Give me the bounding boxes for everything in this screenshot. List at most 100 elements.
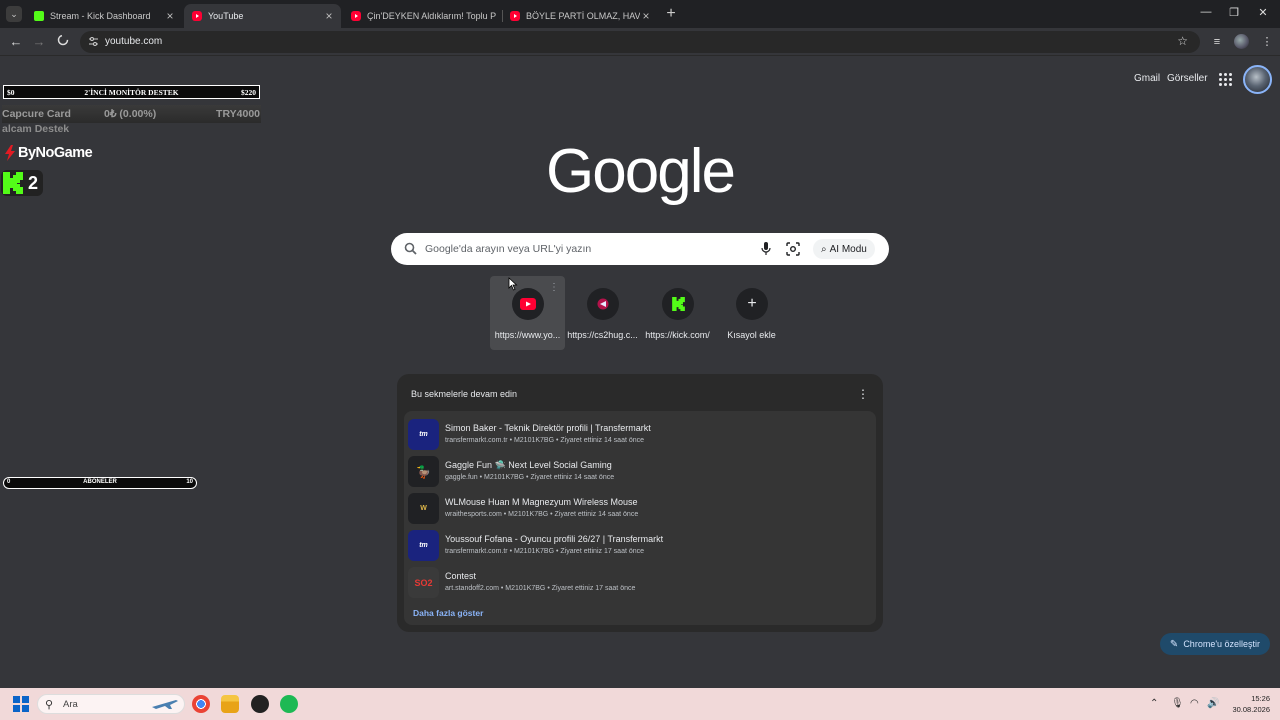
goal-progress: 0₺ (0.00%) xyxy=(104,108,157,120)
pencil-icon: ✎ xyxy=(1169,638,1179,650)
item-title: Contest xyxy=(445,571,477,581)
search-box[interactable]: Google'da arayın veya URL'yi yazın ⌕ AI … xyxy=(391,233,889,265)
ai-mode-label: AI Modu xyxy=(829,243,867,255)
account-avatar[interactable] xyxy=(1243,65,1272,94)
images-link[interactable]: Görseller xyxy=(1167,73,1208,84)
item-meta: gaggle.fun • M2101K7BG • Ziyaret ettiniz… xyxy=(445,474,615,481)
close-icon[interactable]: × xyxy=(640,9,652,23)
shortcut-kick[interactable]: https://kick.com/ xyxy=(640,276,715,350)
tab-video-2[interactable]: BÖYLE PARTİ OLMAZ, HAVUZA × xyxy=(502,4,658,28)
windows-start-icon[interactable] xyxy=(13,696,29,712)
transfermarkt-icon: tm xyxy=(408,530,439,561)
tab-resumption-list: tm Simon Baker - Teknik Direktör profili… xyxy=(404,411,876,625)
item-title: Simon Baker - Teknik Direktör profili | … xyxy=(445,423,651,433)
sponsor-logo: ByNoGame xyxy=(4,145,93,161)
transfermarkt-icon: tm xyxy=(408,419,439,450)
browser-toolbar: ← → youtube.com ☆ ≡ ⋮ xyxy=(0,28,1280,56)
search-icon: ⚲ xyxy=(45,699,54,711)
airplane-icon xyxy=(152,700,178,709)
youtube-icon xyxy=(192,11,202,21)
shortcut-label: Kısayol ekle xyxy=(727,330,776,340)
google-lens-icon[interactable] xyxy=(786,242,800,256)
shortcut-add[interactable]: + Kısayol ekle xyxy=(714,276,789,350)
tab-search-button[interactable]: ⌄ xyxy=(6,6,22,22)
tab-kick-dashboard[interactable]: Stream - Kick Dashboard × xyxy=(26,4,182,28)
more-vert-icon[interactable]: ⋮ xyxy=(549,282,559,293)
item-meta: wraithesports.com • M2101K7BG • Ziyaret … xyxy=(445,511,639,518)
tab-title: Stream - Kick Dashboard xyxy=(50,11,151,21)
search-icon xyxy=(404,242,417,255)
address-text[interactable]: youtube.com xyxy=(105,36,162,47)
tab-video-1[interactable]: Çin'DEYKEN Aldıklarım! Toplu P xyxy=(343,4,500,28)
reading-list-icon[interactable]: ≡ xyxy=(1210,35,1224,49)
shortcut-youtube[interactable]: ⋮ https://www.yo... xyxy=(490,276,565,350)
ai-mode-button[interactable]: ⌕ AI Modu xyxy=(813,239,875,259)
list-item[interactable]: SO2 Contest art.standoff2.com • M2101K7B… xyxy=(408,565,872,599)
kick-count: 2 xyxy=(28,172,39,193)
card-title: Bu sekmelerle devam edin xyxy=(411,389,518,399)
item-meta: transfermarkt.com.tr • M2101K7BG • Ziyar… xyxy=(445,437,645,444)
list-item[interactable]: tm Simon Baker - Teknik Direktör profili… xyxy=(408,417,872,451)
back-button[interactable]: ← xyxy=(8,34,24,50)
show-more-link[interactable]: Daha fazla göster xyxy=(413,608,483,618)
window-close-button[interactable]: ✕ xyxy=(1255,6,1271,19)
menu-dots-icon[interactable]: ⋮ xyxy=(1260,35,1274,49)
google-apps-icon[interactable] xyxy=(1218,72,1232,86)
minimize-button[interactable]: — xyxy=(1198,6,1214,18)
tab-strip: ⌄ Stream - Kick Dashboard × YouTube × Çi… xyxy=(0,0,1280,28)
customize-chrome-button[interactable]: ✎ Chrome'u özelleştir xyxy=(1160,633,1270,655)
shortcut-cs2hug[interactable]: https://cs2hug.c... xyxy=(565,276,640,350)
tab-youtube[interactable]: YouTube × xyxy=(184,4,341,28)
spotify-icon[interactable] xyxy=(280,695,298,713)
wifi-icon[interactable]: ◠ xyxy=(1190,698,1199,709)
kick-icon xyxy=(662,288,694,320)
close-icon[interactable]: × xyxy=(164,9,176,23)
microphone-icon[interactable]: 🎙 xyxy=(1171,698,1184,709)
shortcut-label: https://cs2hug.c... xyxy=(567,330,638,340)
youtube-icon xyxy=(351,11,361,21)
taskbar-clock[interactable]: 15:26 30.08.2026 xyxy=(1222,693,1270,715)
goal-title: 2'İNCİ MONİTÖR DESTEK xyxy=(84,88,179,97)
new-tab-button[interactable]: + xyxy=(663,5,679,23)
clock-date: 30.08.2026 xyxy=(1232,705,1270,714)
chrome-icon[interactable] xyxy=(192,695,210,713)
customize-label: Chrome'u özelleştir xyxy=(1183,639,1261,649)
profile-avatar-small[interactable] xyxy=(1234,34,1249,49)
obs-icon[interactable] xyxy=(251,695,269,713)
taskbar-search-input[interactable]: Ara xyxy=(63,699,78,710)
subs-max: 10 xyxy=(186,479,193,485)
chevron-up-icon[interactable]: ⌃ xyxy=(1150,698,1158,709)
forward-button[interactable]: → xyxy=(31,34,47,50)
gaggle-icon: 🦆 xyxy=(408,456,439,487)
site-info-icon[interactable] xyxy=(88,36,99,47)
subs-title: ABONELER xyxy=(83,479,117,485)
volume-icon[interactable]: 🔊 xyxy=(1207,698,1219,709)
gmail-link[interactable]: Gmail xyxy=(1134,73,1160,84)
file-explorer-icon[interactable] xyxy=(221,695,239,713)
shortcut-label: https://www.yo... xyxy=(494,330,561,340)
youtube-icon xyxy=(510,11,520,21)
tab-title: Çin'DEYKEN Aldıklarım! Toplu P xyxy=(367,11,497,21)
standoff2-icon: SO2 xyxy=(408,567,439,598)
list-item[interactable]: tm Youssouf Fofana - Oyuncu profili 26/2… xyxy=(408,528,872,562)
loading-spinner-icon[interactable] xyxy=(55,34,71,50)
more-vert-icon[interactable]: ⋮ xyxy=(857,387,869,401)
wraith-icon: W xyxy=(408,493,439,524)
address-bar[interactable]: youtube.com ☆ xyxy=(80,31,1200,53)
goal-label: Capcure Card xyxy=(2,108,71,120)
restore-button[interactable]: ❐ xyxy=(1226,6,1242,19)
subscriber-goal-bar: 0 ABONELER 10 xyxy=(3,477,197,489)
shortcut-label: https://kick.com/ xyxy=(645,330,710,340)
goal-subtitle: alcam Destek xyxy=(2,123,70,135)
cs2hug-icon xyxy=(587,288,619,320)
bookmark-star-icon[interactable]: ☆ xyxy=(1177,34,1188,48)
close-icon[interactable]: × xyxy=(323,9,335,23)
goal-capture-card: Capcure Card 0₺ (0.00%) TRY4000 xyxy=(2,105,261,123)
microphone-icon[interactable] xyxy=(761,242,771,256)
clock-time: 15:26 xyxy=(1251,694,1270,703)
list-item[interactable]: 🦆 Gaggle Fun 🛸 Next Level Social Gaming … xyxy=(408,454,872,488)
taskbar-search[interactable]: ⚲ Ara xyxy=(37,694,185,714)
list-item[interactable]: W WLMouse Huan M Magnezyum Wireless Mous… xyxy=(408,491,872,525)
tab-title: BÖYLE PARTİ OLMAZ, HAVUZA xyxy=(526,11,640,21)
search-input[interactable]: Google'da arayın veya URL'yi yazın xyxy=(425,243,591,255)
